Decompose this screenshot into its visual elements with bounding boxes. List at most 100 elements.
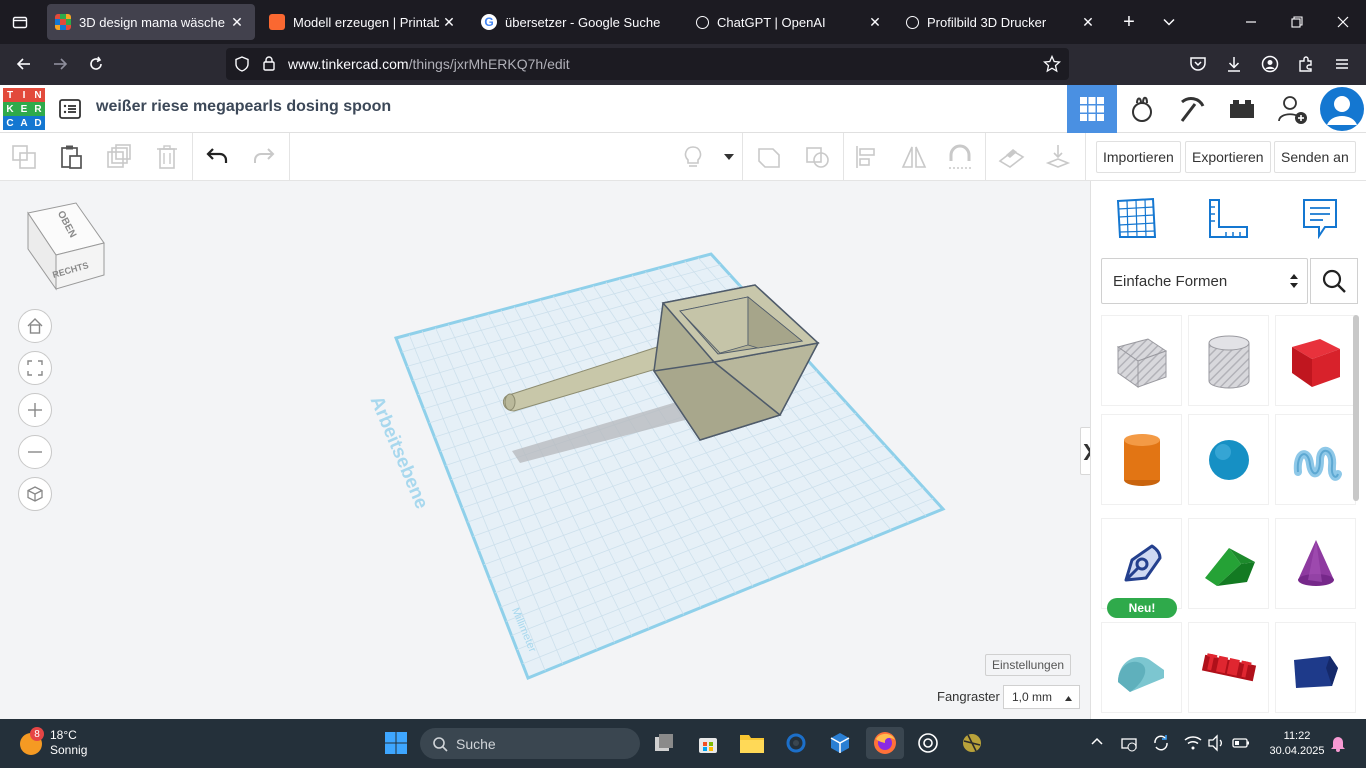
notes-panel-button[interactable] (1299, 197, 1341, 240)
downloads-button[interactable] (1216, 48, 1252, 80)
back-button[interactable] (6, 48, 42, 80)
tinkercad-logo[interactable]: T I N K E R C A D (3, 88, 45, 130)
shape-cylinder-hole[interactable] (1188, 315, 1269, 406)
avatar[interactable] (1317, 85, 1366, 133)
workplane-tool-button[interactable] (997, 143, 1025, 171)
close-window-button[interactable] (1320, 0, 1366, 44)
cruise-button[interactable] (946, 143, 974, 171)
lightbulb-icon (684, 146, 702, 167)
group-button[interactable] (755, 143, 783, 171)
chatgpt-app-button[interactable] (912, 727, 944, 759)
3d-viewport[interactable]: OBEN RECHTS Arbeitsebene Millimeter Eins… (0, 181, 1090, 719)
reload-button[interactable] (78, 48, 114, 80)
shape-text[interactable] (1188, 622, 1269, 713)
close-tab-icon[interactable]: ✕ (227, 14, 247, 31)
tab-overflow-chevron-icon[interactable] (1146, 0, 1192, 44)
game-app-button[interactable] (956, 727, 988, 759)
toolbar-divider (289, 133, 290, 181)
align-button[interactable] (853, 143, 881, 171)
account-button[interactable] (1252, 48, 1288, 80)
shape-roof[interactable] (1188, 518, 1269, 609)
taskbar-search-box[interactable]: Suche (420, 728, 640, 759)
browser-tab[interactable]: Modell erzeugen | Printables.c ✕ (261, 4, 467, 40)
design-list-button[interactable] (58, 97, 82, 121)
restore-window-button[interactable] (1274, 0, 1320, 44)
undo-button[interactable] (203, 143, 231, 171)
tinkercad-favicon-icon (55, 14, 71, 30)
weather-temp: 18°C (50, 728, 77, 742)
show-hidden-icons-chevron-icon[interactable] (1090, 735, 1104, 754)
notes-button[interactable] (679, 143, 707, 171)
delete-button[interactable] (153, 143, 181, 171)
snap-grid-select[interactable]: 1,0 mm (1003, 685, 1080, 709)
minimize-window-button[interactable] (1228, 0, 1274, 44)
shape-round-roof[interactable] (1101, 622, 1182, 713)
battery-icon[interactable] (1232, 734, 1250, 757)
app-button-box[interactable] (824, 727, 856, 759)
menu-button[interactable] (1324, 48, 1360, 80)
extensions-button[interactable] (1288, 48, 1324, 80)
ruler-button[interactable] (1207, 197, 1249, 239)
forward-button[interactable] (42, 48, 78, 80)
volume-icon[interactable] (1207, 734, 1225, 757)
address-bar[interactable]: www.tinkercad.com/things/jxrMhERKQ7h/edi… (226, 48, 1069, 80)
shape-search-button[interactable] (1310, 258, 1358, 304)
shape-generator[interactable] (1101, 518, 1182, 609)
wifi-icon[interactable] (1184, 734, 1202, 757)
redo-button[interactable] (250, 143, 278, 171)
lock-icon[interactable] (261, 55, 277, 74)
browser-tab[interactable]: G übersetzer - Google Suche (473, 4, 683, 40)
brick-icon (1230, 100, 1254, 118)
start-button[interactable] (380, 727, 412, 759)
close-tab-icon[interactable]: ✕ (439, 14, 459, 31)
bricks-button[interactable] (1217, 85, 1267, 133)
browser-tab[interactable]: ChatGPT | OpenAI ✕ (688, 4, 893, 40)
shape-polygon[interactable] (1275, 622, 1356, 713)
paste-button[interactable] (57, 143, 85, 171)
import-button[interactable]: Importieren (1096, 141, 1181, 173)
weather-badge: 8 (30, 727, 44, 741)
spoon-model[interactable] (0, 181, 1090, 719)
copy-button[interactable] (10, 143, 38, 171)
duplicate-button[interactable] (105, 143, 133, 171)
pocket-button[interactable] (1180, 48, 1216, 80)
shapes-scrollbar[interactable] (1353, 315, 1359, 501)
mirror-button[interactable] (900, 143, 928, 171)
browser-tab[interactable]: 3D design mama wäsche - Tin ✕ (47, 4, 255, 40)
bookmark-star-icon[interactable] (1042, 54, 1062, 76)
file-explorer-button[interactable] (736, 727, 768, 759)
shape-scribble[interactable] (1275, 414, 1356, 505)
shape-category-select[interactable]: Einfache Formen (1101, 258, 1308, 304)
ruler-drop-button[interactable] (1044, 143, 1072, 171)
shape-sphere[interactable] (1188, 414, 1269, 505)
shape-cylinder[interactable] (1101, 414, 1182, 505)
design-title[interactable]: weißer riese megapearls dosing spoon (96, 98, 391, 116)
notification-bell-icon[interactable] (1330, 734, 1346, 757)
box-hole-icon (1116, 337, 1167, 388)
workplane-settings-button[interactable]: Einstellungen (985, 654, 1072, 676)
network-adapter-icon[interactable] (1120, 734, 1138, 757)
store-app-button[interactable] (692, 727, 724, 759)
close-tab-icon[interactable]: ✕ (1078, 14, 1098, 31)
ungroup-button[interactable] (804, 143, 832, 171)
notes-dropdown-chevron-icon[interactable] (715, 143, 743, 171)
minecraft-pickaxe-button[interactable] (1167, 85, 1217, 133)
shape-box-hole[interactable] (1101, 315, 1182, 406)
export-button[interactable]: Exportieren (1185, 141, 1271, 173)
workplane-shape-button[interactable] (1115, 197, 1157, 239)
task-view-button[interactable] (648, 727, 680, 759)
blocks-button[interactable] (1117, 85, 1167, 133)
shield-icon[interactable] (234, 56, 250, 75)
shape-box[interactable] (1275, 315, 1356, 406)
sync-icon[interactable] (1152, 734, 1170, 757)
invite-user-button[interactable] (1267, 85, 1317, 133)
shape-cone[interactable] (1275, 518, 1356, 609)
tab-list-button[interactable] (0, 0, 40, 44)
send-to-button[interactable]: Senden an (1274, 141, 1356, 173)
app-button-circle[interactable] (780, 727, 812, 759)
close-tab-icon[interactable]: ✕ (865, 14, 885, 31)
clock[interactable]: 11:22 30.04.2025 (1260, 729, 1334, 759)
firefox-button[interactable] (866, 727, 904, 759)
browser-tab[interactable]: Profilbild 3D Drucker ✕ (898, 4, 1106, 40)
3d-view-button[interactable] (1067, 85, 1117, 133)
